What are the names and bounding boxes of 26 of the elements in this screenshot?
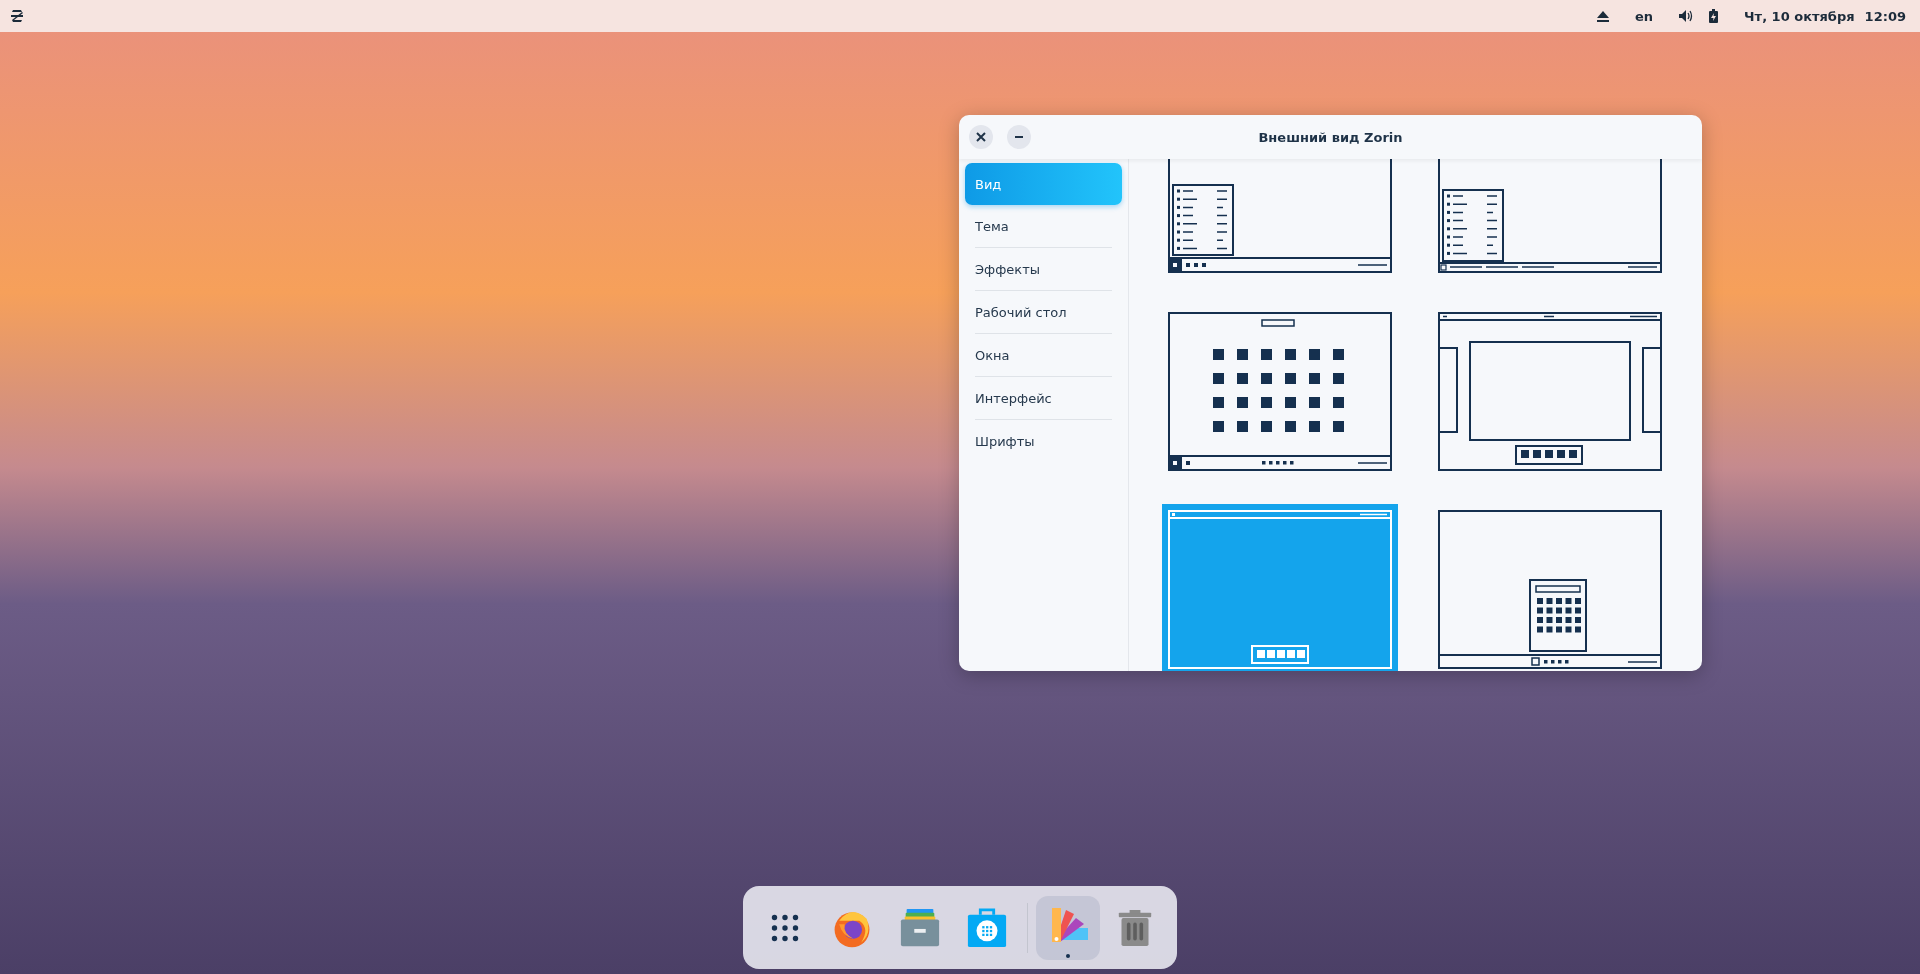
eject-icon[interactable] — [1597, 10, 1610, 22]
sidebar-item[interactable]: Шрифты — [965, 420, 1122, 462]
trash-icon[interactable] — [1117, 907, 1154, 948]
desktop-layout-option[interactable] — [1168, 159, 1392, 273]
sidebar-item[interactable]: Эффекты — [965, 248, 1122, 290]
desktop-layout-option[interactable] — [1438, 510, 1662, 669]
desktop-layout-option[interactable] — [1438, 312, 1662, 471]
close-button[interactable] — [969, 125, 993, 149]
zorin-logo-icon[interactable] — [10, 10, 24, 22]
sidebar-item[interactable]: Тема — [965, 205, 1122, 247]
volume-icon[interactable] — [1679, 10, 1694, 22]
clock-time[interactable]: 12:09 — [1864, 8, 1906, 24]
keyboard-language[interactable]: en — [1635, 8, 1654, 24]
date-text[interactable]: Чт, 10 октября — [1744, 8, 1855, 24]
sidebar-item[interactable]: Интерфейс — [965, 377, 1122, 419]
sidebar-item[interactable]: Рабочий стол — [965, 291, 1122, 333]
running-indicator-icon — [1066, 953, 1070, 958]
sidebar-item[interactable]: Окна — [965, 334, 1122, 376]
window-title: Внешний вид Zorin — [1258, 129, 1403, 145]
close-icon — [976, 132, 986, 142]
shopping-bag-icon[interactable] — [966, 906, 1009, 949]
minimize-button[interactable] — [1007, 125, 1031, 149]
desktop-layout-option[interactable] — [1168, 312, 1392, 471]
battery-icon[interactable] — [1709, 9, 1719, 23]
desktop-layout-option[interactable] — [1438, 159, 1662, 273]
app-grid-icon[interactable] — [769, 912, 800, 943]
